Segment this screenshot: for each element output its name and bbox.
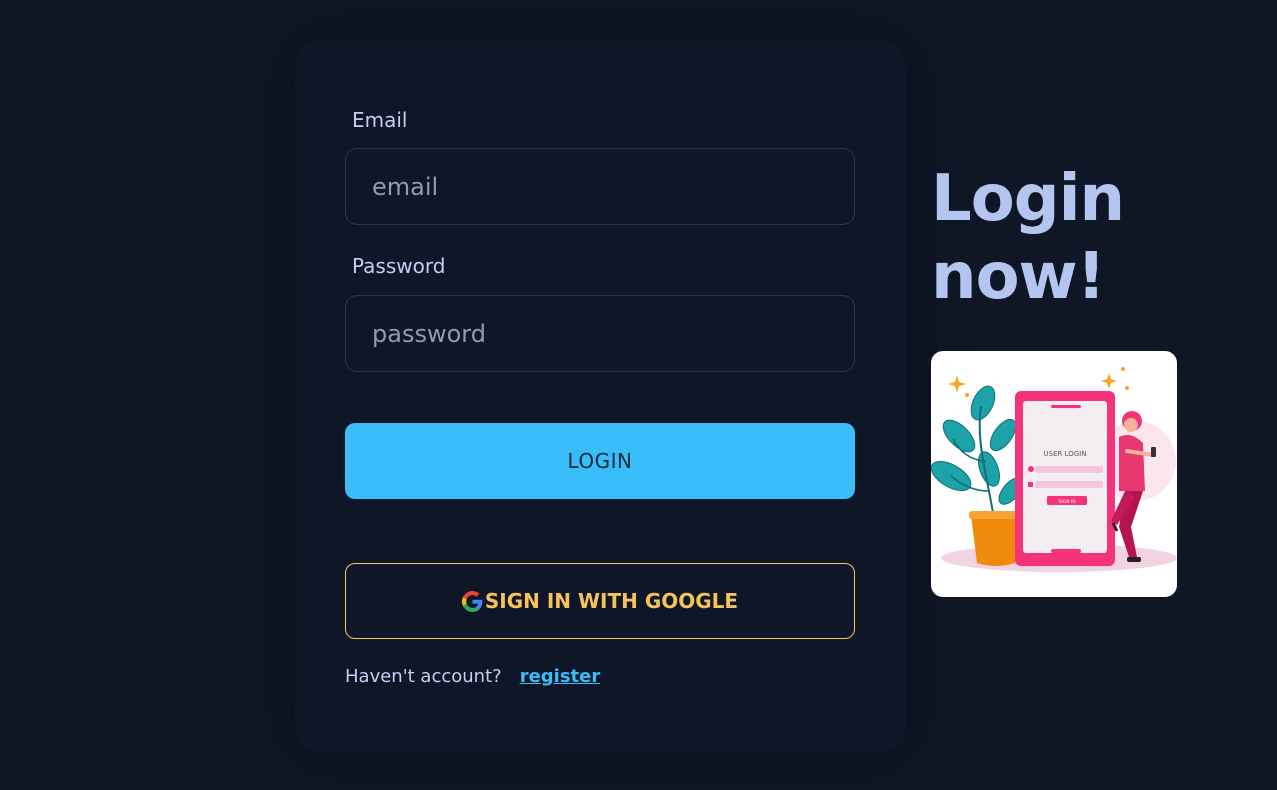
- login-card: Email Password LOGIN SIGN IN WITH GOOGLE…: [295, 41, 906, 753]
- illustration-screen-button: SIGN IN: [1058, 499, 1075, 505]
- google-sign-in-button[interactable]: SIGN IN WITH GOOGLE: [345, 563, 855, 639]
- hero-title-line1: Login: [931, 162, 1125, 236]
- password-input[interactable]: [345, 295, 855, 372]
- email-label: Email: [352, 108, 408, 132]
- email-input[interactable]: [345, 148, 855, 225]
- hero-title-line2: now!: [931, 240, 1106, 314]
- login-illustration-art: USER LOGIN SIGN IN: [931, 367, 1177, 572]
- google-button-label: SIGN IN WITH GOOGLE: [484, 589, 739, 613]
- password-label: Password: [352, 254, 446, 278]
- google-g-icon: [461, 590, 483, 612]
- hero-title: Login now!: [931, 160, 1125, 316]
- footer-text: Haven't account?: [345, 666, 502, 687]
- register-link[interactable]: register: [520, 666, 601, 687]
- login-button[interactable]: LOGIN: [345, 423, 855, 499]
- illustration-screen-title: USER LOGIN: [1044, 450, 1087, 458]
- register-prompt: Haven't account? register: [345, 666, 600, 687]
- login-illustration: USER LOGIN SIGN IN: [931, 351, 1177, 597]
- page: Email Password LOGIN SIGN IN WITH GOOGLE…: [0, 0, 1277, 790]
